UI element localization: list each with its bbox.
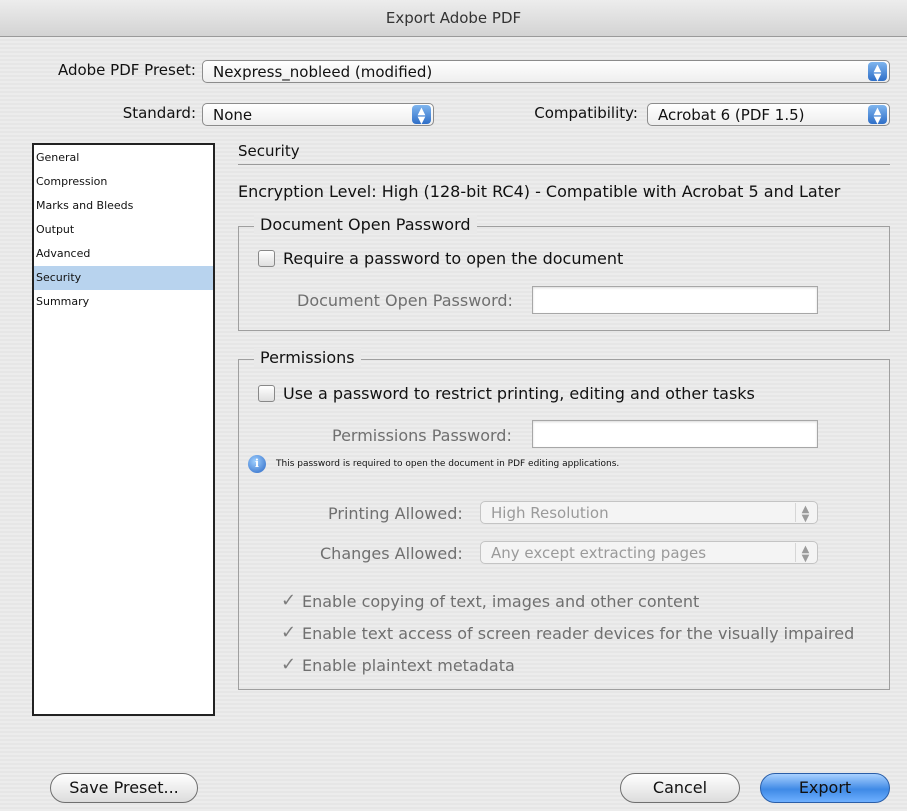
restrict-password-label: Use a password to restrict printing, edi… [283, 384, 755, 403]
sidebar-list: General Compression Marks and Bleeds Out… [32, 143, 215, 716]
permissions-password-field[interactable] [532, 420, 818, 448]
printing-allowed-value: High Resolution [491, 504, 609, 522]
printing-allowed-popup[interactable]: High Resolution ▲ ▼ [480, 501, 818, 524]
popup-arrows-icon: ▲ ▼ [795, 503, 815, 524]
save-preset-button[interactable]: Save Preset... [50, 773, 198, 803]
restrict-password-checkbox[interactable] [258, 385, 275, 402]
encryption-level: Encryption Level: High (128-bit RC4) - C… [238, 182, 841, 201]
open-password-label: Document Open Password: [297, 291, 513, 310]
open-password-group [238, 226, 890, 331]
compatibility-label: Compatibility: [534, 104, 638, 122]
enable-plaintext-metadata-label: Enable plaintext metadata [302, 656, 515, 675]
sidebar-item-general[interactable]: General [34, 146, 213, 170]
permissions-note: This password is required to open the do… [276, 459, 620, 469]
preset-value: Nexpress_nobleed (modified) [213, 63, 433, 81]
popup-arrows-icon: ▲ ▼ [795, 543, 815, 564]
standard-popup[interactable]: None ▲ ▼ [202, 103, 434, 126]
popup-arrows-icon: ▲ ▼ [868, 62, 887, 83]
preset-popup[interactable]: Nexpress_nobleed (modified) ▲ ▼ [202, 60, 890, 83]
export-button[interactable]: Export [760, 773, 890, 803]
sidebar-item-marks-and-bleeds[interactable]: Marks and Bleeds [34, 194, 213, 218]
sidebar-item-security[interactable]: Security [34, 266, 213, 290]
section-divider [238, 164, 890, 165]
popup-arrows-icon: ▲ ▼ [868, 105, 887, 126]
printing-allowed-label: Printing Allowed: [328, 504, 463, 523]
enable-copying-label: Enable copying of text, images and other… [302, 592, 700, 611]
permissions-group-title: Permissions [254, 348, 361, 367]
changes-allowed-label: Changes Allowed: [320, 544, 463, 563]
enable-screen-reader-checkbox[interactable]: ✓ [280, 624, 297, 642]
open-password-group-title: Document Open Password [254, 215, 477, 234]
section-title: Security [238, 142, 300, 160]
sidebar-item-advanced[interactable]: Advanced [34, 242, 213, 266]
cancel-button[interactable]: Cancel [620, 773, 740, 803]
enable-copying-checkbox[interactable]: ✓ [280, 592, 297, 610]
enable-screen-reader-label: Enable text access of screen reader devi… [302, 624, 855, 643]
standard-value: None [213, 106, 253, 124]
enable-plaintext-metadata-checkbox[interactable]: ✓ [280, 656, 297, 674]
sidebar-item-compression[interactable]: Compression [34, 170, 213, 194]
preset-label: Adobe PDF Preset: [57, 61, 196, 79]
changes-allowed-value: Any except extracting pages [491, 544, 707, 562]
info-icon: i [248, 455, 266, 473]
require-password-checkbox[interactable] [258, 250, 275, 267]
popup-arrows-icon: ▲ ▼ [412, 105, 431, 126]
sidebar-item-summary[interactable]: Summary [34, 290, 213, 314]
standard-label: Standard: [122, 104, 196, 122]
open-password-field[interactable] [532, 286, 818, 314]
changes-allowed-popup[interactable]: Any except extracting pages ▲ ▼ [480, 541, 818, 564]
permissions-password-label: Permissions Password: [332, 426, 512, 445]
sidebar-item-output[interactable]: Output [34, 218, 213, 242]
require-password-label: Require a password to open the document [283, 249, 624, 268]
window-title: Export Adobe PDF [0, 0, 907, 37]
compatibility-popup[interactable]: Acrobat 6 (PDF 1.5) ▲ ▼ [647, 103, 890, 126]
compatibility-value: Acrobat 6 (PDF 1.5) [658, 106, 805, 124]
